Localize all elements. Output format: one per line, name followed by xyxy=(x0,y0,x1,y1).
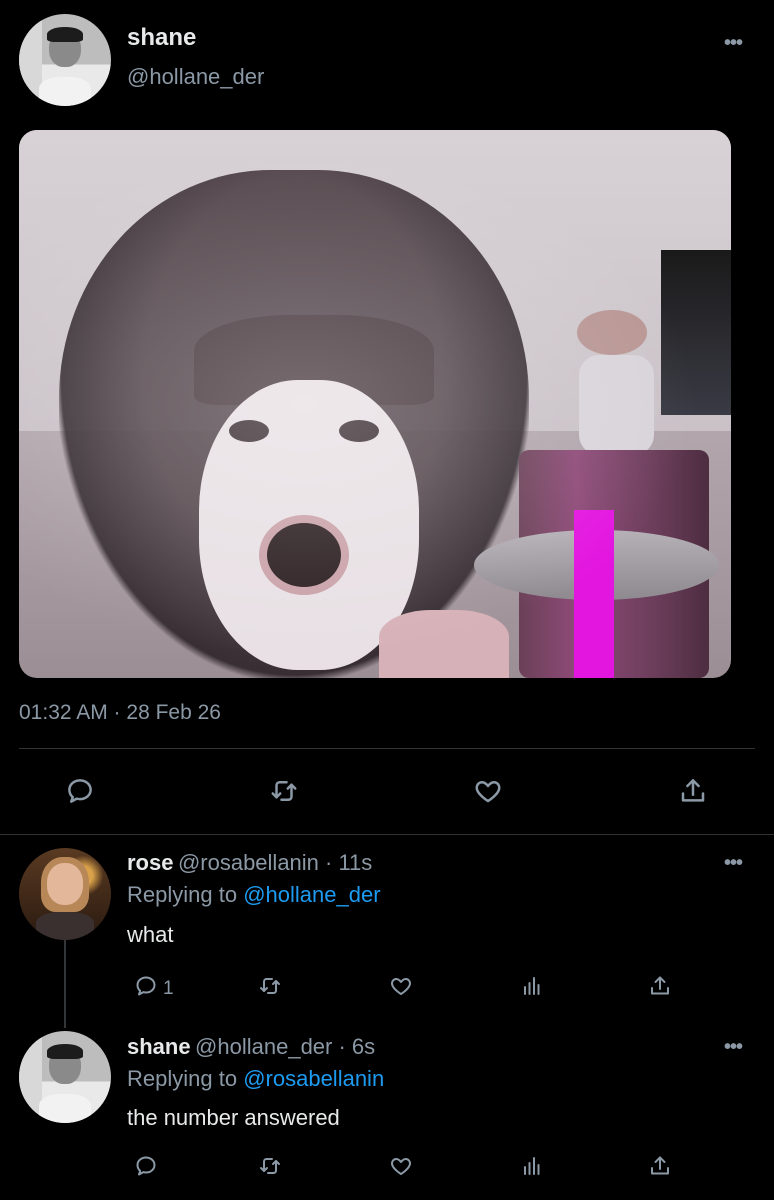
mention-link[interactable]: @hollane_der xyxy=(243,882,380,907)
replying-prefix: Replying to xyxy=(127,882,238,907)
heart-icon xyxy=(389,1154,413,1183)
reply-text: what xyxy=(127,922,174,947)
author-name[interactable]: shane xyxy=(127,24,196,52)
mention-link[interactable]: @rosabellanin xyxy=(243,1066,384,1091)
retweet-button[interactable] xyxy=(252,1150,288,1186)
tweet-timestamp[interactable]: 01:32 AM · 28 Feb 26 xyxy=(19,701,221,725)
reply-icon xyxy=(65,776,95,811)
more-options-button[interactable]: ••• xyxy=(724,1036,743,1059)
retweet-button[interactable] xyxy=(252,970,288,1006)
more-options-button[interactable]: ••• xyxy=(724,32,743,55)
analytics-button[interactable] xyxy=(514,1150,550,1186)
like-button[interactable] xyxy=(383,1150,419,1186)
avatar[interactable] xyxy=(19,848,111,940)
analytics-icon xyxy=(520,1154,544,1183)
author-handle[interactable]: @hollane_der xyxy=(127,64,264,90)
main-tweet: shane @hollane_der ••• 01:32 AM · 28 Feb… xyxy=(0,0,774,834)
reply-icon xyxy=(134,974,158,1003)
more-options-button[interactable]: ••• xyxy=(724,852,743,875)
reply-button[interactable] xyxy=(62,775,98,811)
retweet-icon xyxy=(269,776,299,811)
author-name[interactable]: shane xyxy=(127,1034,191,1059)
author-handle-time[interactable]: @rosabellanin · 11s xyxy=(178,850,372,875)
like-button[interactable] xyxy=(383,970,419,1006)
author-handle-time[interactable]: @hollane_der · 6s xyxy=(195,1034,375,1059)
heart-icon xyxy=(473,776,503,811)
reply-header: shane @hollane_der · 6s xyxy=(127,1034,375,1060)
share-button[interactable] xyxy=(675,775,711,811)
share-button[interactable] xyxy=(642,970,678,1006)
replying-prefix: Replying to xyxy=(127,1066,238,1091)
reply-header: rose @rosabellanin · 11s xyxy=(127,850,372,876)
reply-button[interactable] xyxy=(128,1150,164,1186)
reply-count: 1 xyxy=(163,978,174,999)
analytics-icon xyxy=(520,974,544,1003)
avatar[interactable] xyxy=(19,1031,111,1123)
avatar[interactable] xyxy=(19,14,111,106)
author-name[interactable]: rose xyxy=(127,850,173,875)
divider xyxy=(0,834,774,835)
reply-text: the number answered xyxy=(127,1105,340,1130)
share-icon xyxy=(648,974,672,1003)
reply-icon xyxy=(134,1154,158,1183)
replying-to: Replying to @rosabellanin xyxy=(127,1066,384,1092)
tweet-media-image[interactable] xyxy=(19,130,731,678)
reply-button[interactable] xyxy=(128,970,164,1006)
retweet-button[interactable] xyxy=(266,775,302,811)
thread-connector xyxy=(64,940,66,1028)
share-icon xyxy=(648,1154,672,1183)
retweet-icon xyxy=(258,1154,282,1183)
retweet-icon xyxy=(258,974,282,1003)
divider xyxy=(19,748,755,749)
share-icon xyxy=(678,776,708,811)
replying-to: Replying to @hollane_der xyxy=(127,882,381,908)
analytics-button[interactable] xyxy=(514,970,550,1006)
like-button[interactable] xyxy=(470,775,506,811)
share-button[interactable] xyxy=(642,1150,678,1186)
heart-icon xyxy=(389,974,413,1003)
